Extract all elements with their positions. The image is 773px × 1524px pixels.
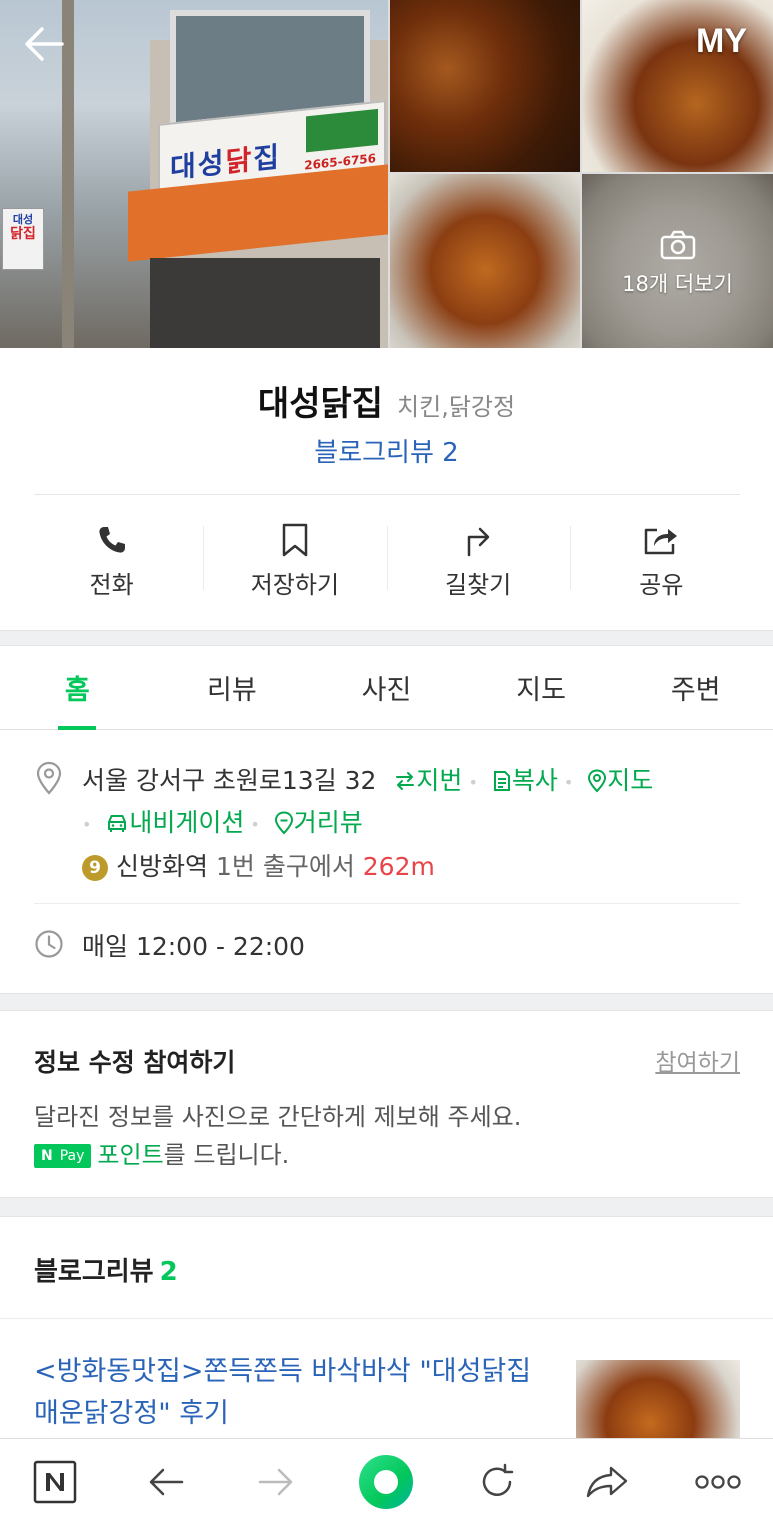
- subway-distance: 262m: [362, 852, 435, 881]
- share-icon: [645, 528, 678, 554]
- shop-entrance: [150, 258, 380, 348]
- location-pin-icon: [36, 761, 62, 795]
- place-name: 대성닭집: [257, 384, 384, 424]
- subway-info: 9 신방화역 1번 출구에서 262m: [82, 847, 435, 883]
- share-arrow-icon: [587, 1466, 628, 1497]
- section-gap: [0, 1197, 773, 1217]
- subway-station: 신방화역: [116, 852, 209, 881]
- edit-info-desc: 달라진 정보를 사진으로 간단하게 제보해 주세요.: [34, 1103, 522, 1131]
- business-hours[interactable]: 매일 12:00 - 22:00: [82, 927, 305, 963]
- divider: [34, 494, 740, 495]
- place-category: 치킨,닭강정: [397, 393, 516, 421]
- tab-reviews[interactable]: 리뷰: [155, 646, 310, 729]
- address-line-2: • 내비게이션 • 거리뷰: [82, 808, 363, 837]
- street-view-pin-icon: [274, 811, 293, 835]
- share-toolbar-button[interactable]: [552, 1439, 662, 1524]
- green-dot-icon: [359, 1454, 414, 1509]
- section-gap: [0, 993, 773, 1011]
- bookmark-icon: [282, 523, 308, 556]
- phone-icon: [99, 526, 125, 553]
- call-label: 전화: [89, 571, 134, 599]
- copy-link[interactable]: 복사: [484, 766, 558, 795]
- blog-reviews-count: 2: [159, 1257, 178, 1287]
- divider: [0, 1318, 773, 1319]
- back-nav-button[interactable]: [110, 1439, 220, 1524]
- point-word: 포인트: [97, 1141, 164, 1169]
- car-icon: [108, 815, 127, 832]
- blog-post-thumbnail[interactable]: [576, 1360, 740, 1450]
- map-pin-icon: [588, 769, 607, 793]
- subway-line-badge: 9: [82, 855, 108, 881]
- browser-toolbar: [0, 1438, 773, 1524]
- edit-info-card: 정보 수정 참여하기 참여하기 달라진 정보를 사진으로 간단하게 제보해 주세…: [0, 1011, 773, 1197]
- share-label: 공유: [639, 571, 684, 599]
- blog-reviews-section: 블로그리뷰 2 <방화동맛집>쫀득쫀득 바삭바삭 "대성닭집 매운닭강정" 후기: [0, 1217, 773, 1450]
- title-row: 대성닭집 치킨,닭강정: [0, 376, 773, 425]
- forward-arrow-icon: [258, 1468, 293, 1495]
- more-dots-icon: [695, 1474, 741, 1489]
- refresh-icon: [482, 1463, 514, 1496]
- reward-text: 를 드립니다.: [163, 1141, 290, 1169]
- address-text: 서울 강서구 초원로13길 32: [82, 766, 377, 795]
- place-info: 서울 강서구 초원로13길 32 지번• 복사• 지도 • 내비게이션•: [0, 731, 773, 993]
- naver-home-button[interactable]: [0, 1439, 110, 1524]
- shop-sign-green-panel: [306, 108, 378, 153]
- swap-icon: [396, 772, 415, 790]
- save-label: 저장하기: [250, 571, 340, 599]
- tab-nearby[interactable]: 주변: [618, 646, 773, 729]
- call-button[interactable]: 전화: [20, 520, 203, 600]
- blog-reviews-title: 블로그리뷰 2: [34, 1257, 178, 1287]
- save-button[interactable]: 저장하기: [203, 520, 386, 600]
- camera-icon: [660, 230, 695, 260]
- npay-badge: N Pay: [34, 1144, 92, 1168]
- edit-info-title: 정보 수정 참여하기: [34, 1048, 236, 1077]
- directions-icon: [467, 527, 490, 556]
- back-button[interactable]: [22, 24, 70, 64]
- more-photos-button[interactable]: 18개 더보기: [582, 174, 773, 348]
- section-gap: [0, 630, 773, 646]
- divider: [34, 903, 740, 904]
- clock-icon: [35, 930, 63, 958]
- blog-post-title[interactable]: <방화동맛집>쫀득쫀득 바삭바삭 "대성닭집 매운닭강정" 후기: [34, 1351, 544, 1435]
- forward-nav-button[interactable]: [221, 1439, 331, 1524]
- more-button[interactable]: [663, 1439, 773, 1524]
- naver-n-icon: [33, 1460, 77, 1503]
- street-view-link[interactable]: 거리뷰: [266, 808, 363, 837]
- share-button[interactable]: 공유: [569, 520, 753, 600]
- directions-label: 길찾기: [445, 571, 512, 599]
- food-photo-1[interactable]: [390, 0, 580, 172]
- tab-home[interactable]: 홈: [0, 646, 155, 730]
- lot-number-link[interactable]: 지번: [394, 766, 462, 795]
- side-sign: 대성 닭집: [2, 208, 44, 270]
- back-arrow-icon: [149, 1468, 183, 1495]
- tab-bar: 홈 리뷰 사진 지도 주변: [0, 646, 773, 730]
- tab-map[interactable]: 지도: [464, 646, 619, 729]
- back-arrow-icon: [25, 27, 64, 61]
- navigation-link[interactable]: 내비게이션: [97, 808, 244, 837]
- tab-photos[interactable]: 사진: [309, 646, 464, 729]
- copy-icon: [493, 771, 510, 791]
- my-button[interactable]: MY: [696, 22, 747, 61]
- food-photo-3[interactable]: [390, 174, 580, 348]
- address-line: 서울 강서구 초원로13길 32 지번 • 복사 • 지도: [82, 766, 654, 795]
- green-dot-button[interactable]: [331, 1439, 441, 1524]
- photo-gallery: 대성닭집 2665-6756 대성 닭집 MY 18개 더보기: [0, 0, 773, 348]
- join-link[interactable]: 참여하기: [655, 1043, 740, 1077]
- refresh-button[interactable]: [442, 1439, 552, 1524]
- more-photos-label: 18개 더보기: [622, 272, 733, 296]
- subway-exit: 1번 출구에서: [215, 852, 355, 881]
- edit-info-reward: N Pay 포인트를 드립니다.: [34, 1135, 289, 1170]
- directions-button[interactable]: 길찾기: [386, 520, 570, 600]
- place-summary: 대성닭집 치킨,닭강정 블로그리뷰 2 전화 저장하기 길찾기 공유: [0, 348, 773, 630]
- map-link[interactable]: 지도: [579, 766, 653, 795]
- blog-review-count-link[interactable]: 블로그리뷰 2: [0, 432, 773, 469]
- action-bar: 전화 저장하기 길찾기 공유: [20, 520, 753, 600]
